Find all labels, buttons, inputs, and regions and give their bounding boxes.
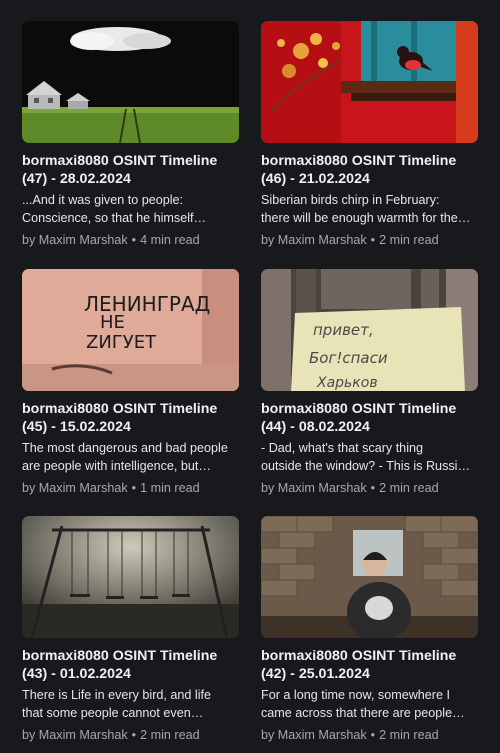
post-meta: by Maxim Marshak • 2 min read	[22, 727, 240, 743]
post-meta: by Maxim Marshak • 2 min read	[261, 480, 479, 496]
post-excerpt: There is Life in every bird, and life th…	[22, 688, 211, 720]
post-title[interactable]: bormaxi8080 OSINT Timeline (42) - 25.01.…	[261, 647, 479, 683]
post-thumbnail[interactable]	[22, 21, 239, 143]
post-read-time: 2 min read	[379, 481, 439, 495]
post-read-time: 2 min read	[379, 728, 439, 742]
post-excerpt: The most dangerous and bad people are pe…	[22, 441, 228, 473]
meta-separator: •	[131, 728, 137, 742]
post-read-time: 2 min read	[140, 728, 200, 742]
post-thumbnail[interactable]	[261, 516, 478, 638]
post-title[interactable]: bormaxi8080 OSINT Timeline (43) - 01.02.…	[22, 647, 240, 683]
graffiti-line-2: НЕ	[100, 312, 125, 333]
sign-line-2: Бог!спаси	[309, 349, 388, 367]
post-title[interactable]: bormaxi8080 OSINT Timeline (45) - 15.02.…	[22, 400, 240, 436]
post-excerpt: For a long time now, somewhere I came ac…	[261, 688, 465, 720]
post-meta: by Maxim Marshak • 4 min read	[22, 232, 240, 248]
post-read-time: 2 min read	[379, 233, 439, 247]
post-author[interactable]: by Maxim Marshak	[261, 728, 367, 742]
post-excerpt: ...And it was given to people: Conscienc…	[22, 193, 207, 225]
post-meta: by Maxim Marshak • 2 min read	[261, 232, 479, 248]
post-author[interactable]: by Maxim Marshak	[261, 481, 367, 495]
meta-separator: •	[370, 481, 376, 495]
sign-line-3: Харьков	[316, 375, 378, 391]
post-excerpt: - Dad, what's that scary thing outside t…	[261, 441, 471, 473]
meta-separator: •	[370, 728, 376, 742]
post-read-time: 4 min read	[140, 233, 200, 247]
post-title[interactable]: bormaxi8080 OSINT Timeline (44) - 08.02.…	[261, 400, 479, 436]
post-grid: bormaxi8080 OSINT Timeline (47) - 28.02.…	[0, 0, 500, 753]
meta-separator: •	[131, 233, 137, 247]
post-author[interactable]: by Maxim Marshak	[261, 233, 367, 247]
post-meta: by Maxim Marshak • 2 min read	[261, 727, 479, 743]
post-excerpt: Siberian birds chirp in February: there …	[261, 193, 471, 225]
post-thumbnail[interactable]	[261, 21, 478, 143]
post-thumbnail[interactable]	[22, 516, 239, 638]
post-thumbnail[interactable]: привет, Бог!спаси Харьков	[261, 269, 478, 391]
post-author[interactable]: by Maxim Marshak	[22, 728, 128, 742]
meta-separator: •	[370, 233, 376, 247]
post-author[interactable]: by Maxim Marshak	[22, 481, 128, 495]
meta-separator: •	[131, 481, 137, 495]
post-meta: by Maxim Marshak • 1 min read	[22, 480, 240, 496]
sign-line-1: привет,	[313, 321, 374, 339]
post-read-time: 1 min read	[140, 481, 200, 495]
post-author[interactable]: by Maxim Marshak	[22, 233, 128, 247]
post-thumbnail[interactable]: ЛЕНИНГРАД НЕ ZИГУЕТ	[22, 269, 239, 391]
post-title[interactable]: bormaxi8080 OSINT Timeline (46) - 21.02.…	[261, 152, 479, 188]
graffiti-line-3: ZИГУЕТ	[86, 332, 157, 353]
post-title[interactable]: bormaxi8080 OSINT Timeline (47) - 28.02.…	[22, 152, 240, 188]
